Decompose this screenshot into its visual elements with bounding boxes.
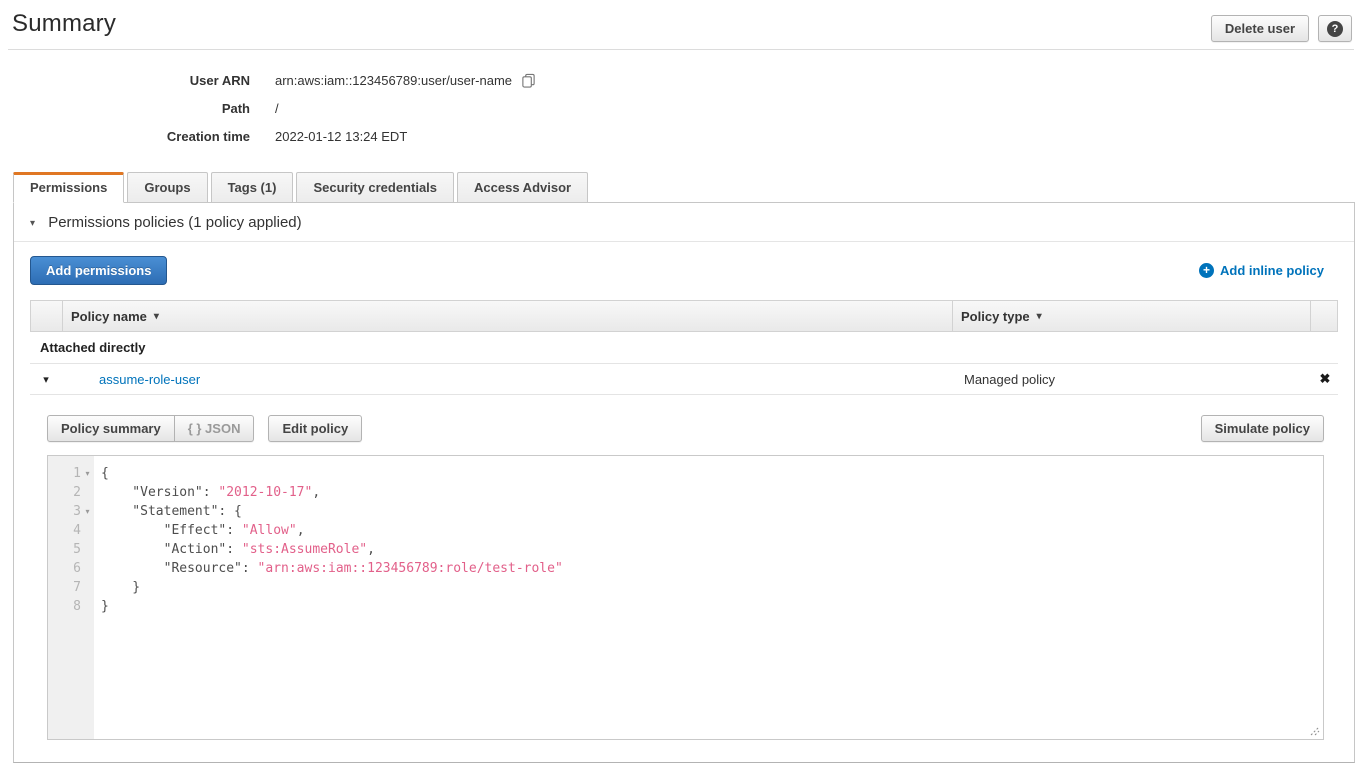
line-number: 4 <box>73 521 81 540</box>
copy-icon[interactable] <box>521 73 536 88</box>
table-group-row-attached-directly: Attached directly <box>30 332 1338 364</box>
column-header-policy-name[interactable]: Policy name ▾ <box>63 301 953 331</box>
tab-tags[interactable]: Tags (1) <box>211 172 294 203</box>
policy-table-header: Policy name ▾ Policy type ▾ <box>30 300 1338 332</box>
json-view-button[interactable]: { } JSON <box>175 415 255 442</box>
field-row-user-arn: User ARN arn:aws:iam::123456789:user/use… <box>0 66 1362 94</box>
field-row-path: Path / <box>0 94 1362 122</box>
code-line: } <box>101 578 1323 597</box>
user-summary: User ARN arn:aws:iam::123456789:user/use… <box>0 50 1362 156</box>
editor-resize-handle[interactable] <box>1307 723 1320 736</box>
fold-caret-icon[interactable]: ▾ <box>81 502 94 521</box>
question-mark-icon: ? <box>1327 21 1343 37</box>
add-permissions-button[interactable]: Add permissions <box>30 256 167 285</box>
caret-down-icon: ▾ <box>43 374 49 386</box>
tab-bar: Permissions Groups Tags (1) Security cre… <box>13 172 1355 202</box>
sort-caret-icon: ▾ <box>1037 311 1042 322</box>
line-number: 3 <box>73 502 81 521</box>
help-button[interactable]: ? <box>1318 15 1352 42</box>
edit-policy-button[interactable]: Edit policy <box>268 415 362 442</box>
header-actions: Delete user ? <box>1211 15 1352 42</box>
line-number: 2 <box>73 483 81 502</box>
column-header-policy-type[interactable]: Policy type ▾ <box>953 301 1311 331</box>
field-label: Creation time <box>0 129 250 144</box>
editor-gutter: 1▾ 2 3▾ 4 5 6 7 8 <box>48 456 94 739</box>
code-line: "Statement": { <box>101 502 1323 521</box>
actions-column-header <box>1311 301 1337 331</box>
plus-circle-icon: + <box>1199 263 1214 278</box>
policy-type-value: Managed policy <box>954 372 1312 387</box>
policy-summary-view-button[interactable]: Policy summary <box>47 415 175 442</box>
line-number: 6 <box>73 559 81 578</box>
code-line: "Action": "sts:AssumeRole", <box>101 540 1323 559</box>
permissions-tab-panel: ▾ Permissions policies (1 policy applied… <box>13 202 1355 763</box>
policy-table: Policy name ▾ Policy type ▾ Attached dir… <box>30 300 1338 762</box>
code-line: "Version": "2012-10-17", <box>101 483 1323 502</box>
tab-security-credentials[interactable]: Security credentials <box>296 172 454 203</box>
simulate-policy-button[interactable]: Simulate policy <box>1201 415 1324 442</box>
row-expander[interactable]: ▾ <box>30 373 62 386</box>
json-code-editor[interactable]: 1▾ 2 3▾ 4 5 6 7 8 { "Version": "2012-10-… <box>47 455 1324 740</box>
field-label: User ARN <box>0 73 250 88</box>
line-number: 1 <box>73 464 81 483</box>
policy-detail-panel: Policy summary { } JSON Edit policy Simu… <box>30 395 1338 762</box>
policy-name-link[interactable]: assume-role-user <box>99 372 200 387</box>
sort-caret-icon: ▾ <box>154 311 159 322</box>
policy-actions-row: Add permissions + Add inline policy <box>14 242 1354 300</box>
code-line: "Effect": "Allow", <box>101 521 1323 540</box>
add-inline-policy-link[interactable]: + Add inline policy <box>1199 263 1324 278</box>
permissions-policies-section-toggle[interactable]: ▾ Permissions policies (1 policy applied… <box>14 203 1354 242</box>
chevron-down-icon: ▾ <box>30 218 35 229</box>
line-number: 7 <box>73 578 81 597</box>
policy-detail-toolbar: Policy summary { } JSON Edit policy Simu… <box>47 415 1324 442</box>
section-title: Permissions policies (1 policy applied) <box>48 214 301 231</box>
detach-policy-icon[interactable]: ✖ <box>1320 371 1331 386</box>
field-label: Path <box>0 101 250 116</box>
code-line: { <box>101 464 1323 483</box>
tab-access-advisor[interactable]: Access Advisor <box>457 172 588 203</box>
code-line: "Resource": "arn:aws:iam::123456789:role… <box>101 559 1323 578</box>
fold-caret-icon[interactable]: ▾ <box>81 464 94 483</box>
field-row-creation-time: Creation time 2022-01-12 13:24 EDT <box>0 122 1362 150</box>
table-row: ▾ assume-role-user Managed policy ✖ <box>30 364 1338 395</box>
tab-groups[interactable]: Groups <box>127 172 207 203</box>
line-number: 8 <box>73 597 81 616</box>
code-line: } <box>101 597 1323 616</box>
creation-time-value: 2022-01-12 13:24 EDT <box>275 129 407 144</box>
tab-permissions[interactable]: Permissions <box>13 172 124 203</box>
expander-column-header <box>31 301 63 331</box>
path-value: / <box>275 101 279 116</box>
page-header: Summary Delete user ? <box>0 0 1362 42</box>
user-arn-value: arn:aws:iam::123456789:user/user-name <box>275 73 512 88</box>
line-number: 5 <box>73 540 81 559</box>
editor-code-area[interactable]: { "Version": "2012-10-17", "Statement": … <box>94 456 1323 739</box>
delete-user-button[interactable]: Delete user <box>1211 15 1309 42</box>
page-title: Summary <box>12 10 116 38</box>
